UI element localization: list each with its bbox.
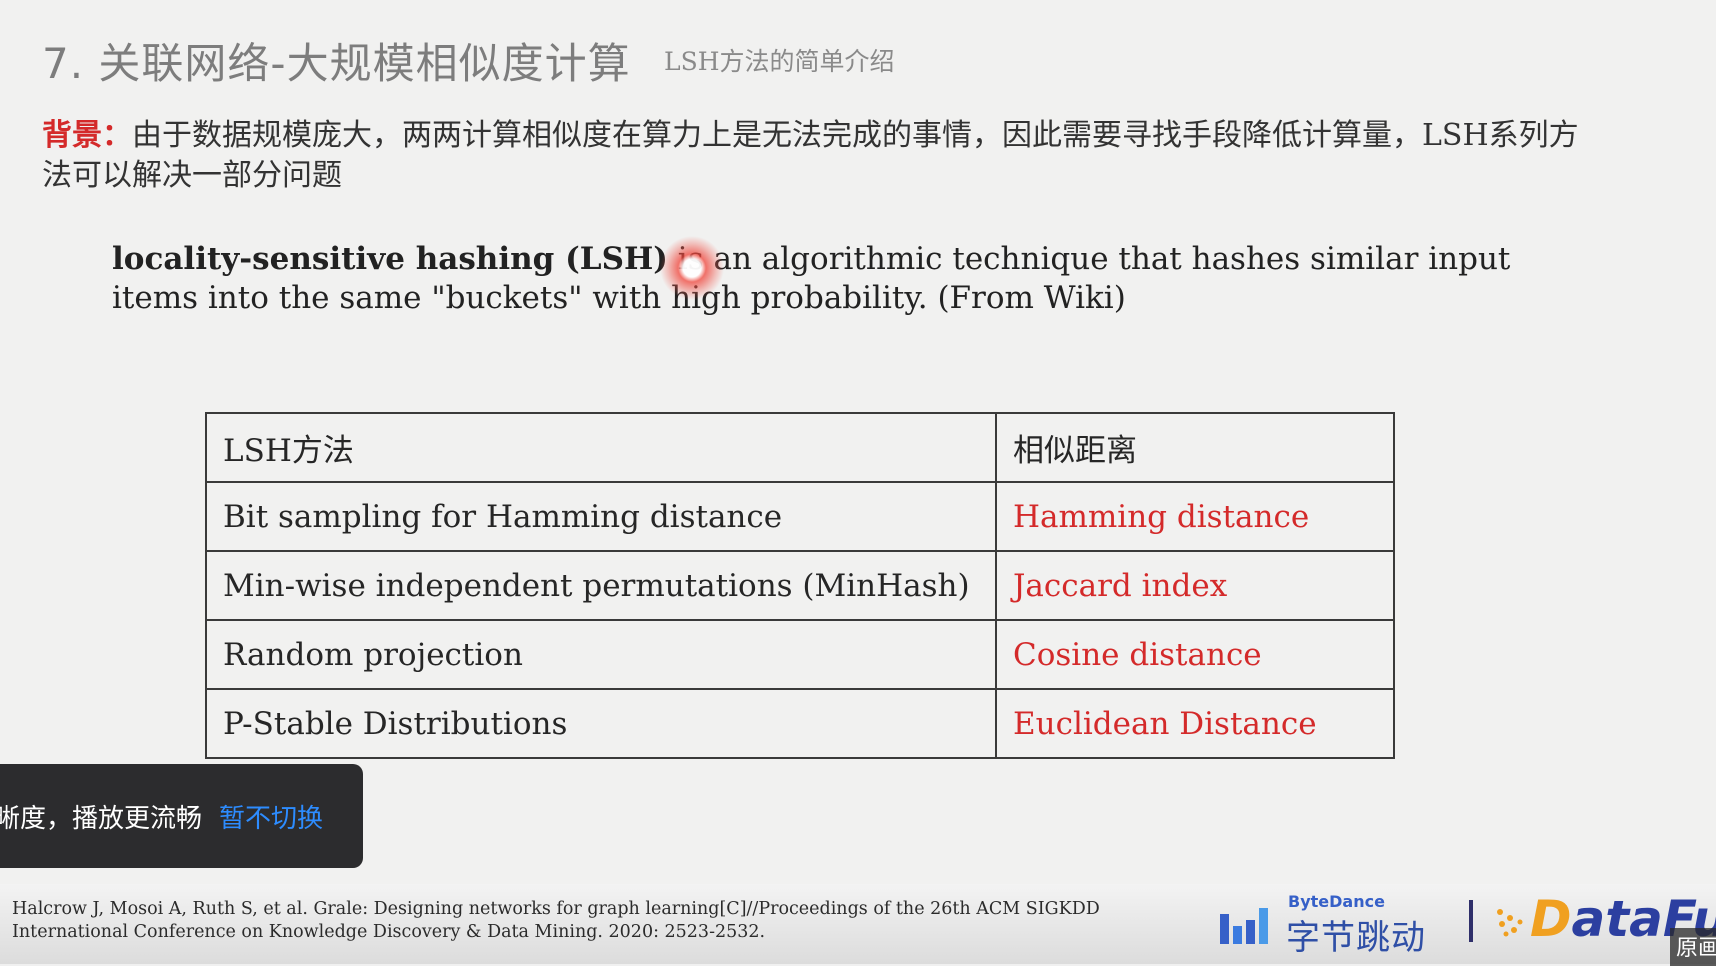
slide-title: 7. 关联网络-大规模相似度计算 — [42, 39, 631, 88]
table-row: Bit sampling for Hamming distance Hammin… — [205, 481, 1395, 552]
slide-footer: Halcrow J, Mosoi A, Ruth S, et al. Grale… — [0, 884, 1716, 964]
background-text: 由于数据规模庞大，两两计算相似度在算力上是无法完成的事情，因此需要寻找手段降低计… — [42, 118, 1579, 193]
background-label: 背景： — [42, 118, 132, 153]
datafun-dots-icon — [1497, 909, 1523, 937]
bytedance-chinese-wordmark: 字节跳动 — [1286, 918, 1426, 958]
bytedance-bars-icon — [1220, 908, 1268, 944]
table-header-row: LSH方法 相似距离 — [205, 412, 1395, 483]
lsh-term: locality-sensitive hashing (LSH) — [112, 241, 668, 277]
slide-subtitle: LSH方法的简单介绍 — [664, 47, 895, 76]
quality-switch-toast: 晰度，播放更流畅 暂不切换 — [0, 764, 363, 868]
lsh-definition: locality-sensitive hashing (LSH) is an a… — [112, 240, 1532, 318]
table-cell-method: Bit sampling for Hamming distance — [205, 481, 997, 552]
table-cell-method: P-Stable Distributions — [205, 688, 997, 759]
table-cell-method: Min-wise independent permutations (MinHa… — [205, 550, 997, 621]
toast-message: 晰度，播放更流畅 — [0, 804, 203, 834]
table-cell-method: Random projection — [205, 619, 997, 690]
table-cell-distance: Euclidean Distance — [995, 688, 1395, 759]
table-row: Random projection Cosine distance — [205, 619, 1395, 690]
keep-quality-button[interactable]: 暂不切换 — [219, 798, 323, 835]
table-header-distance: 相似距离 — [995, 412, 1395, 483]
citation-text: Halcrow J, Mosoi A, Ruth S, et al. Grale… — [12, 899, 1100, 942]
background-paragraph: 背景：由于数据规模庞大，两两计算相似度在算力上是无法完成的事情，因此需要寻找手段… — [42, 116, 1602, 196]
table-row: P-Stable Distributions Euclidean Distanc… — [205, 688, 1395, 759]
bytedance-logo: ByteDance 字节跳动 — [1218, 890, 1438, 958]
table-cell-distance: Jaccard index — [995, 550, 1395, 621]
pointer-highlight-icon — [660, 236, 724, 300]
logo-divider — [1469, 900, 1473, 942]
table-header-method: LSH方法 — [205, 412, 997, 483]
table-row: Min-wise independent permutations (MinHa… — [205, 550, 1395, 621]
datafun-wordmark-initial: D — [1530, 890, 1572, 948]
table-cell-distance: Cosine distance — [995, 619, 1395, 690]
table-cell-distance: Hamming distance — [995, 481, 1395, 552]
lsh-methods-table: LSH方法 相似距离 Bit sampling for Hamming dist… — [205, 412, 1395, 759]
bytedance-wordmark: ByteDance — [1288, 892, 1385, 911]
quality-label[interactable]: 原画 — [1670, 928, 1716, 966]
